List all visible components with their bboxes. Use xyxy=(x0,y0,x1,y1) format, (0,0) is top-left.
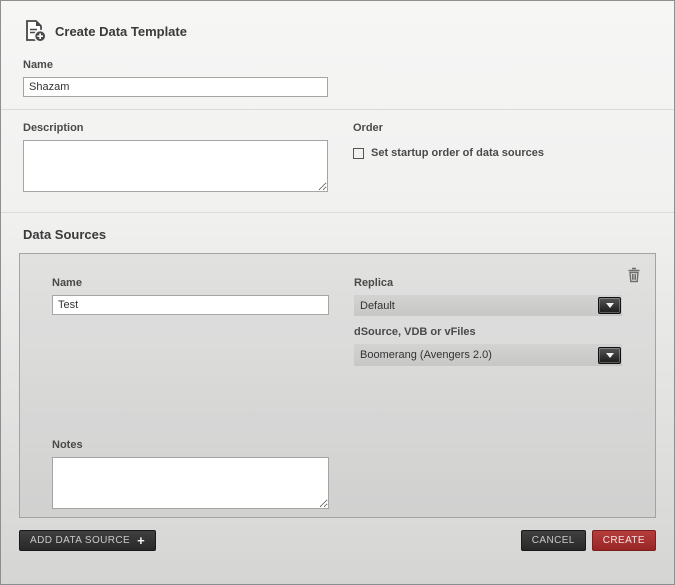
chevron-down-icon[interactable] xyxy=(598,347,621,364)
dialog-footer: ADD DATA SOURCE + CANCEL CREATE xyxy=(19,530,656,551)
trash-icon[interactable] xyxy=(627,267,641,283)
dsource-label: dSource, VDB or vFiles xyxy=(354,326,636,338)
description-textarea[interactable] xyxy=(23,140,328,192)
replica-label: Replica xyxy=(354,277,636,289)
add-data-source-button[interactable]: ADD DATA SOURCE + xyxy=(19,530,156,551)
data-source-card: Name Replica Default dSource, VDB or vFi… xyxy=(19,253,656,518)
dialog-header: Create Data Template xyxy=(1,1,674,57)
add-data-source-label: ADD DATA SOURCE xyxy=(30,535,130,546)
create-data-template-dialog: Create Data Template Name Description Or… xyxy=(0,0,675,585)
startup-order-checkbox-row[interactable]: Set startup order of data sources xyxy=(353,147,652,159)
dsource-select[interactable]: Boomerang (Avengers 2.0) xyxy=(354,344,622,366)
create-button[interactable]: CREATE xyxy=(592,530,656,551)
data-source-name-input[interactable] xyxy=(52,295,329,315)
chevron-down-icon[interactable] xyxy=(598,297,621,314)
document-add-icon xyxy=(23,19,47,43)
description-column: Description xyxy=(23,122,353,197)
notes-label: Notes xyxy=(52,439,636,451)
data-source-name-label: Name xyxy=(52,277,354,289)
description-order-section: Description Order Set startup order of d… xyxy=(1,110,674,212)
cancel-label: CANCEL xyxy=(532,535,575,546)
data-source-selects-column: Replica Default dSource, VDB or vFiles B… xyxy=(354,277,636,366)
template-name-input[interactable] xyxy=(23,77,328,97)
create-label: CREATE xyxy=(603,535,645,546)
replica-select[interactable]: Default xyxy=(354,295,622,316)
data-source-top-row: Name Replica Default dSource, VDB or vFi… xyxy=(52,277,636,366)
notes-textarea[interactable] xyxy=(52,457,329,509)
name-label: Name xyxy=(23,59,652,71)
plus-icon: + xyxy=(137,534,145,547)
startup-order-checkbox[interactable] xyxy=(353,148,364,159)
data-sources-heading: Data Sources xyxy=(1,213,674,253)
order-column: Order Set startup order of data sources xyxy=(353,122,652,197)
data-source-name-column: Name xyxy=(52,277,354,366)
replica-selected-value: Default xyxy=(360,300,395,312)
notes-block: Notes xyxy=(52,439,636,514)
footer-action-buttons: CANCEL CREATE xyxy=(521,530,656,551)
order-label: Order xyxy=(353,122,652,134)
startup-order-checkbox-label: Set startup order of data sources xyxy=(371,147,544,159)
description-label: Description xyxy=(23,122,353,134)
name-section: Name xyxy=(1,57,674,109)
cancel-button[interactable]: CANCEL xyxy=(521,530,586,551)
page-title: Create Data Template xyxy=(55,24,187,39)
dsource-selected-value: Boomerang (Avengers 2.0) xyxy=(360,349,492,361)
